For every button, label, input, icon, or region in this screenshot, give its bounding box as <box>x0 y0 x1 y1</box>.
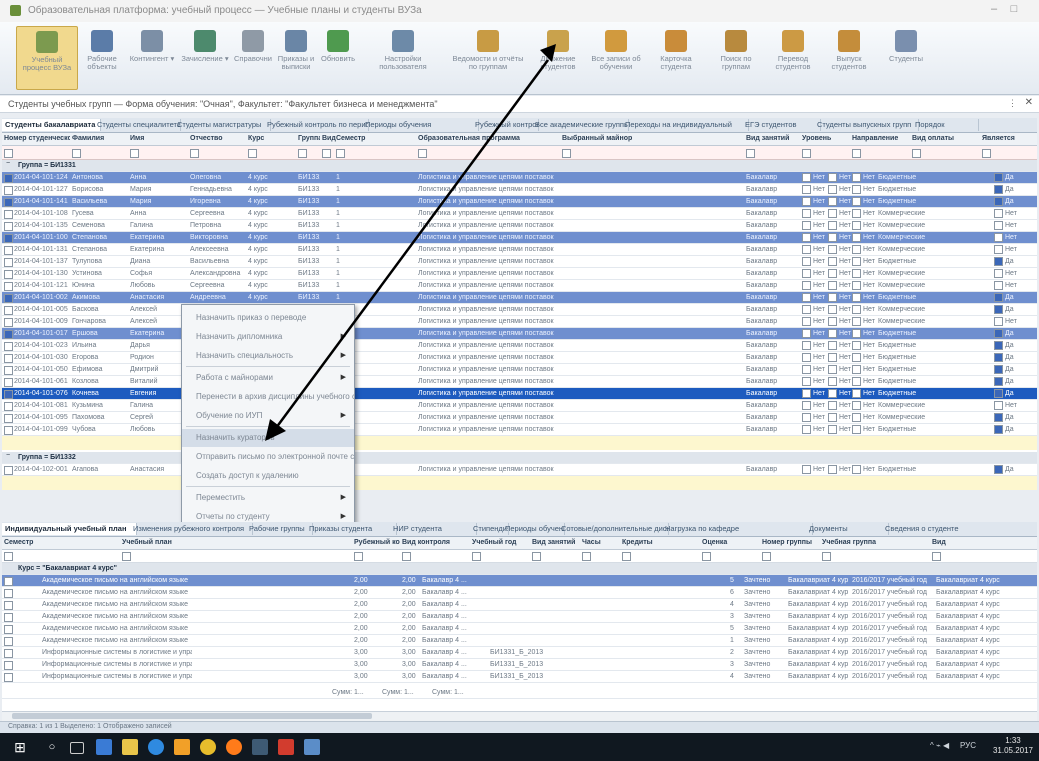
annotation-arrow-line <box>274 59 550 429</box>
annotation-arrow-tail <box>540 44 556 62</box>
annotation-arrow-head <box>265 419 286 441</box>
annotation-arrow <box>265 44 556 441</box>
